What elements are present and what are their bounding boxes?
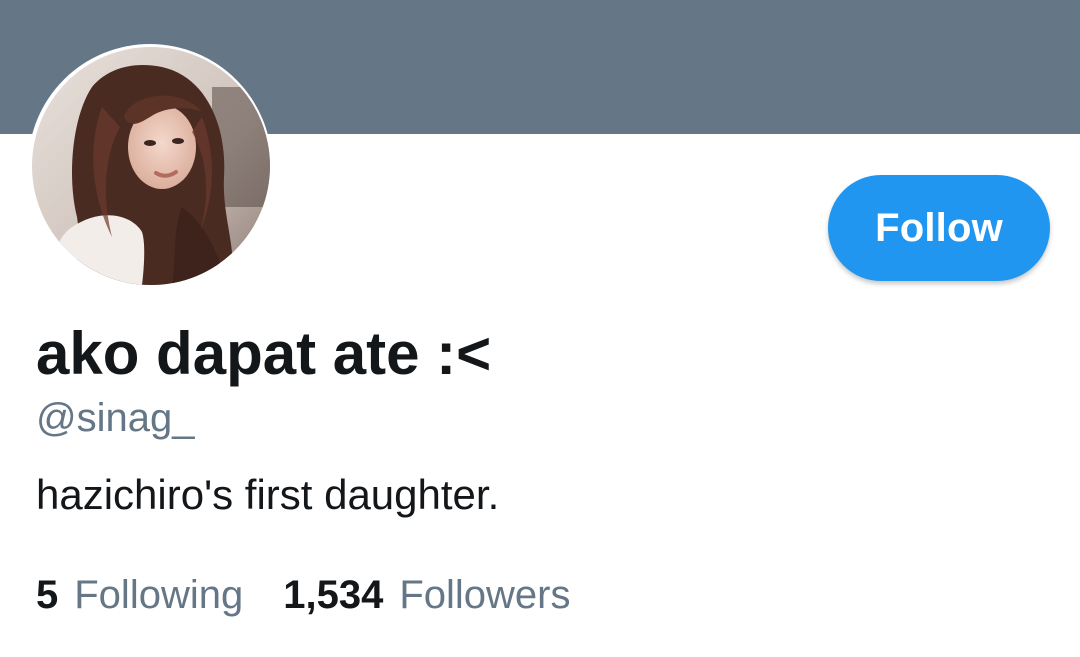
username-handle: @sinag_ bbox=[36, 396, 195, 440]
profile-header: Follow ako dapat ate :< @sinag_ hazichir… bbox=[0, 0, 1080, 657]
profile-stats: 5 Following 1,534 Followers bbox=[36, 569, 570, 621]
avatar-photo-image bbox=[32, 47, 270, 285]
followers-count: 1,534 bbox=[283, 573, 384, 617]
avatar[interactable] bbox=[32, 47, 270, 285]
followers-stat[interactable]: 1,534 Followers bbox=[283, 569, 570, 621]
followers-label: Followers bbox=[399, 573, 571, 617]
display-name: ako dapat ate :< bbox=[36, 320, 492, 387]
following-stat[interactable]: 5 Following bbox=[36, 569, 243, 621]
following-count: 5 bbox=[36, 573, 59, 617]
following-label: Following bbox=[74, 573, 244, 617]
profile-bio: hazichiro's first daughter. bbox=[36, 471, 500, 518]
follow-button[interactable]: Follow bbox=[828, 175, 1050, 281]
